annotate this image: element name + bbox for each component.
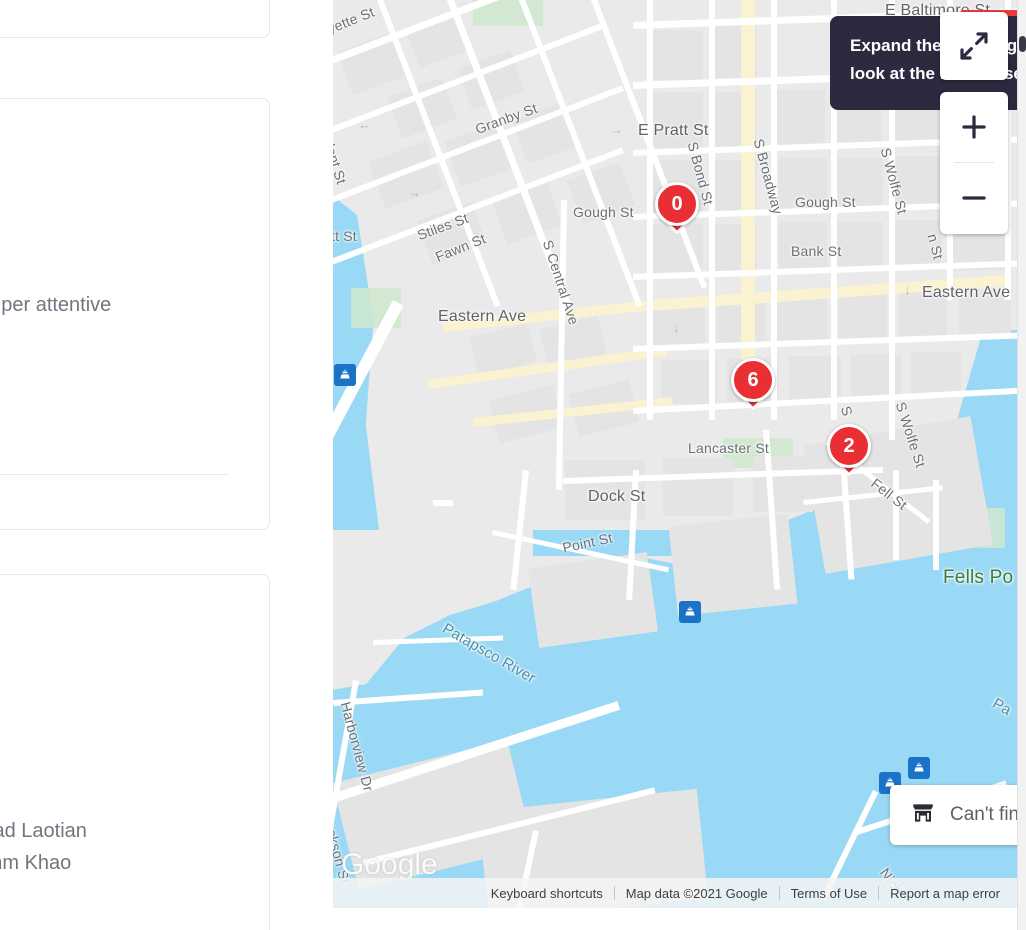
expand-arrows-icon bbox=[960, 32, 988, 60]
road-broadway bbox=[741, 0, 755, 360]
street-label: E Pratt St bbox=[638, 122, 709, 139]
map-viewport[interactable]: → ← → → ↓ ↓ E Baltimore Styette StGranby… bbox=[333, 0, 1017, 908]
results-list-panel: f is super attentive ver had Laotian e N… bbox=[0, 0, 333, 930]
street-label: yette St bbox=[333, 3, 377, 37]
city-block bbox=[911, 352, 961, 396]
ferry-terminal-icon[interactable] bbox=[908, 757, 930, 779]
oneway-arrow-icon: ↓ bbox=[673, 320, 680, 335]
road bbox=[510, 470, 529, 590]
ferry-terminal-icon[interactable] bbox=[679, 601, 701, 623]
oneway-arrow-icon: → bbox=[408, 185, 421, 200]
marker-count-label: 2 bbox=[843, 434, 855, 457]
pier bbox=[433, 500, 453, 506]
page-scrollbar[interactable] bbox=[1017, 0, 1026, 930]
review-snippet-text: f is super attentive bbox=[0, 294, 112, 316]
map-attribution-bar: Keyboard shortcuts Map data ©2021 Google… bbox=[333, 878, 1017, 908]
storefront-icon bbox=[910, 800, 936, 831]
street-label: Lancaster St bbox=[688, 440, 769, 456]
zoom-out-button[interactable] bbox=[940, 163, 1008, 233]
map-tiles: → ← → → ↓ ↓ E Baltimore Styette StGranby… bbox=[333, 0, 1017, 908]
city-block bbox=[528, 552, 658, 648]
report-map-error-link[interactable]: Report a map error bbox=[879, 886, 1011, 901]
road bbox=[647, 0, 653, 420]
plus-icon bbox=[962, 115, 986, 139]
street-label: Gough St bbox=[573, 204, 634, 220]
street-label: att St bbox=[333, 228, 357, 244]
review-card[interactable]: ver had Laotian e Nahm Khao bbox=[0, 574, 270, 930]
map-marker[interactable]: 6 bbox=[731, 358, 775, 411]
zoom-controls bbox=[940, 92, 1008, 234]
city-block bbox=[663, 458, 733, 516]
page-bottom-strip bbox=[333, 908, 1026, 930]
oneway-arrow-icon: ← bbox=[358, 117, 371, 132]
marker-count-label: 0 bbox=[671, 192, 683, 215]
street-label: Eastern Ave bbox=[438, 308, 527, 325]
street-label: Gough St bbox=[795, 194, 856, 210]
road-s-bond-st bbox=[709, 0, 715, 420]
city-block bbox=[651, 30, 703, 80]
review-snippet-text: ver had Laotian bbox=[0, 820, 87, 842]
zoom-in-button[interactable] bbox=[940, 92, 1008, 162]
street-label: Dock St bbox=[588, 488, 646, 505]
street-label: Fells Po bbox=[943, 567, 1014, 588]
review-card[interactable] bbox=[0, 0, 270, 38]
city-block bbox=[777, 296, 827, 342]
review-snippet-text: e Nahm Khao bbox=[0, 852, 72, 874]
map-marker[interactable]: 2 bbox=[827, 424, 871, 477]
card-divider bbox=[0, 474, 229, 475]
map-search-page: f is super attentive ver had Laotian e N… bbox=[0, 0, 1026, 930]
oneway-arrow-icon: → bbox=[610, 122, 623, 137]
scrollbar-thumb[interactable] bbox=[1019, 36, 1026, 52]
city-block bbox=[777, 90, 825, 148]
map-marker[interactable]: 0 bbox=[655, 182, 699, 235]
add-business-banner[interactable]: Can't find the business? Add it here bbox=[890, 785, 1017, 845]
street-label: Bank St bbox=[791, 243, 842, 259]
marker-count-label: 6 bbox=[747, 368, 759, 391]
terms-of-use-link[interactable]: Terms of Use bbox=[780, 886, 879, 901]
review-card[interactable]: f is super attentive bbox=[0, 98, 270, 530]
google-watermark: Google bbox=[341, 848, 438, 881]
add-business-question: Can't find the business? bbox=[950, 804, 1017, 825]
expand-map-button[interactable] bbox=[940, 12, 1008, 80]
road bbox=[893, 470, 899, 560]
keyboard-shortcuts-link[interactable]: Keyboard shortcuts bbox=[480, 886, 614, 901]
city-block bbox=[839, 294, 887, 340]
oneway-arrow-icon: ↓ bbox=[904, 282, 911, 297]
minus-icon bbox=[962, 196, 986, 200]
map-data-text: Map data ©2021 Google bbox=[625, 885, 768, 901]
street-label: Eastern Ave bbox=[922, 284, 1011, 301]
ferry-terminal-icon[interactable] bbox=[334, 364, 356, 386]
street-label: S bbox=[837, 404, 856, 419]
city-block bbox=[368, 140, 444, 210]
road bbox=[933, 480, 939, 570]
